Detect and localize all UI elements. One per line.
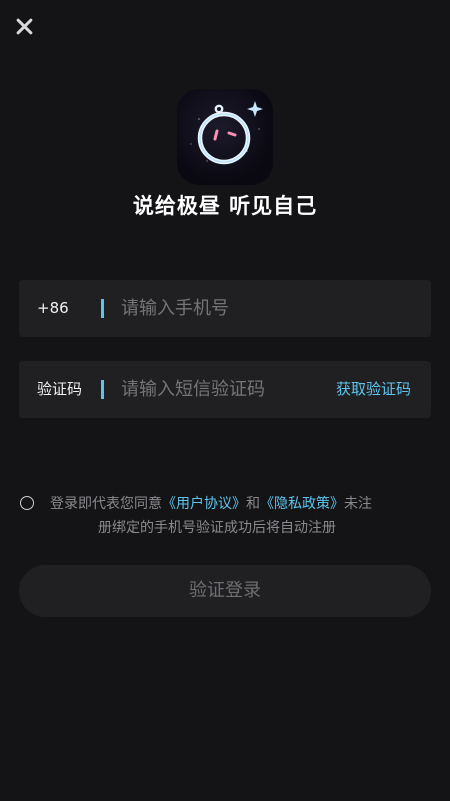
slogan: 说给极昼 听见自己 bbox=[132, 194, 318, 218]
phone-input[interactable] bbox=[121, 280, 321, 337]
agreement-line2: 册绑定的手机号验证成功后将自动注册 bbox=[98, 520, 336, 536]
agreement-suffix: 未注 bbox=[344, 496, 372, 512]
get-code-button[interactable]: 获取验证码 bbox=[336, 361, 411, 418]
agreement-and: 和 bbox=[246, 496, 260, 512]
app-logo-icon bbox=[177, 89, 273, 185]
agree-radio[interactable] bbox=[20, 496, 34, 510]
code-label: 验证码 bbox=[37, 380, 83, 398]
code-field[interactable]: 验证码 获取验证码 bbox=[19, 361, 431, 418]
input-divider bbox=[101, 380, 104, 399]
agreement-text: 登录即代表您同意《用户协议》和《隐私政策》未注 册绑定的手机号验证成功后将自动注册 bbox=[50, 492, 425, 540]
phone-field[interactable]: +86 bbox=[19, 280, 431, 337]
agreement-prefix: 登录即代表您同意 bbox=[50, 496, 162, 512]
input-divider bbox=[101, 299, 104, 318]
country-code[interactable]: +86 bbox=[37, 280, 69, 337]
close-icon[interactable] bbox=[12, 14, 38, 40]
privacy-policy-link[interactable]: 《隐私政策》 bbox=[260, 496, 344, 512]
code-input[interactable] bbox=[121, 361, 321, 418]
user-agreement-link[interactable]: 《用户协议》 bbox=[162, 496, 246, 512]
login-button[interactable]: 验证登录 bbox=[19, 565, 431, 617]
